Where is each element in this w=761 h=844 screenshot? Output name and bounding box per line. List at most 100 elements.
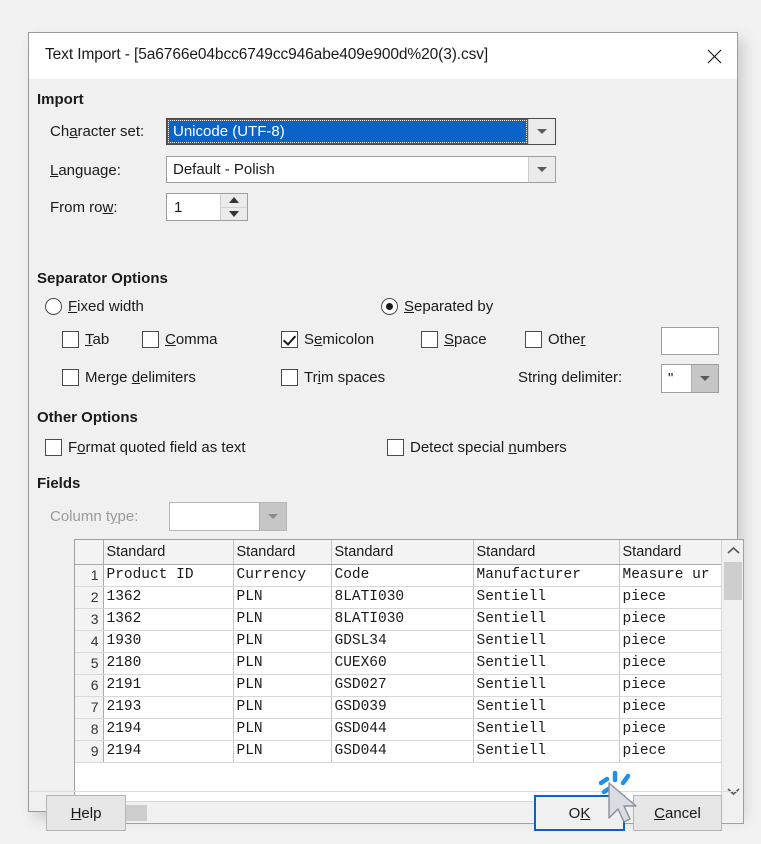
cell: GSD044 <box>331 740 474 763</box>
checkbox-trim-spaces[interactable]: Trim spaces <box>281 369 385 386</box>
radio-fixed-width[interactable]: Fixed width <box>45 298 144 315</box>
cell: Sentiell <box>473 674 620 697</box>
table-row[interactable]: 5 2180 PLN CUEX60 Sentiell piece <box>75 652 721 675</box>
import-section-heading: Import <box>37 91 84 108</box>
cancel-button-label: Cancel <box>654 804 701 822</box>
separator-options-heading: Separator Options <box>37 270 168 287</box>
spinner-up-icon[interactable] <box>221 194 247 208</box>
cell: PLN <box>233 740 332 763</box>
chevron-down-icon[interactable] <box>528 119 555 144</box>
cell: piece <box>619 718 721 741</box>
other-separator-input[interactable] <box>661 327 719 355</box>
cell: piece <box>619 608 721 631</box>
from-row-stepper[interactable]: 1 <box>166 193 248 221</box>
cell: PLN <box>233 586 332 609</box>
checkbox-indicator <box>421 331 438 348</box>
cell: 1362 <box>103 586 234 609</box>
table-row[interactable]: 4 1930 PLN GDSL34 Sentiell piece <box>75 630 721 653</box>
vertical-scrollbar-thumb[interactable] <box>724 562 742 600</box>
table-row[interactable]: 1 Product ID Currency Code Manufacturer … <box>75 564 721 587</box>
row-number: 5 <box>75 652 104 675</box>
cell: 2194 <box>103 718 234 741</box>
column-header-3[interactable]: Standard <box>331 540 474 565</box>
checkbox-indicator <box>281 369 298 386</box>
dialog-title: Text Import - [5a6766e04bcc6749cc946abe4… <box>45 46 489 63</box>
preview-vertical-scrollbar[interactable] <box>721 540 743 801</box>
character-set-combobox[interactable]: Unicode (UTF-8) <box>166 118 556 145</box>
cell: CUEX60 <box>331 652 474 675</box>
character-set-value: Unicode (UTF-8) <box>167 119 528 144</box>
preview-table-header: Standard Standard Standard Standard Stan… <box>75 540 721 565</box>
cell: 2191 <box>103 674 234 697</box>
table-row[interactable]: 2 1362 PLN 8LATI030 Sentiell piece <box>75 586 721 609</box>
dialog-body: Import Character set: Unicode (UTF-8) La… <box>29 79 744 831</box>
checkbox-indicator <box>142 331 159 348</box>
scrollbar-corner <box>721 801 743 823</box>
radio-fixed-width-label: Fixed width <box>68 298 144 315</box>
checkbox-format-quoted-field-as-text[interactable]: Format quoted field as text <box>45 439 246 456</box>
radio-separated-by[interactable]: Separated by <box>381 298 493 315</box>
checkbox-indicator <box>62 369 79 386</box>
help-button[interactable]: Help <box>46 795 126 831</box>
language-combobox[interactable]: Default - Polish <box>166 156 556 183</box>
cancel-button[interactable]: Cancel <box>633 795 722 831</box>
column-header-4[interactable]: Standard <box>473 540 620 565</box>
cell: Sentiell <box>473 718 620 741</box>
cell: 1362 <box>103 608 234 631</box>
table-row[interactable]: 3 1362 PLN 8LATI030 Sentiell piece <box>75 608 721 631</box>
column-header-5[interactable]: Standard <box>619 540 721 565</box>
table-row[interactable]: 6 2191 PLN GSD027 Sentiell piece <box>75 674 721 697</box>
checkbox-detect-numbers-label: Detect special numbers <box>410 439 567 456</box>
preview-grid-viewport: Standard Standard Standard Standard Stan… <box>75 540 721 801</box>
chevron-down-icon[interactable] <box>528 157 555 182</box>
table-row[interactable]: 9 2194 PLN GSD044 Sentiell piece <box>75 740 721 763</box>
chevron-up-icon[interactable] <box>722 540 743 560</box>
preview-corner-cell <box>75 540 104 565</box>
row-number: 8 <box>75 718 104 741</box>
cell: Sentiell <box>473 630 620 653</box>
ok-button[interactable]: OK <box>534 795 625 831</box>
cell: PLN <box>233 674 332 697</box>
cell: Code <box>331 564 474 587</box>
string-delimiter-combobox[interactable]: " <box>661 364 719 393</box>
radio-indicator <box>45 298 62 315</box>
row-number: 6 <box>75 674 104 697</box>
text-import-dialog: Text Import - [5a6766e04bcc6749cc946abe4… <box>28 32 744 831</box>
row-number: 9 <box>75 740 104 763</box>
checkbox-merge-delimiters[interactable]: Merge delimiters <box>62 369 196 386</box>
cell: Product ID <box>103 564 234 587</box>
cell: piece <box>619 696 721 719</box>
checkbox-indicator <box>62 331 79 348</box>
footer-divider <box>29 791 737 792</box>
column-header-1[interactable]: Standard <box>103 540 234 565</box>
table-row[interactable]: 7 2193 PLN GSD039 Sentiell piece <box>75 696 721 719</box>
close-icon[interactable] <box>691 33 737 79</box>
string-delimiter-label: String delimiter: <box>518 369 623 386</box>
row-number: 4 <box>75 630 104 653</box>
preview-header-row: Standard Standard Standard Standard Stan… <box>75 540 721 565</box>
from-row-label: From row: <box>50 199 118 216</box>
spinner-down-icon[interactable] <box>221 207 247 220</box>
checkbox-tab[interactable]: Tab <box>62 331 109 348</box>
radio-indicator <box>381 298 398 315</box>
cell: Sentiell <box>473 608 620 631</box>
checkbox-space-label: Space <box>444 331 487 348</box>
cell: 2180 <box>103 652 234 675</box>
ok-button-label: OK <box>568 804 591 822</box>
checkbox-other[interactable]: Other <box>525 331 586 348</box>
cell: Manufacturer <box>473 564 620 587</box>
checkbox-detect-special-numbers[interactable]: Detect special numbers <box>387 439 567 456</box>
help-button-label: Help <box>70 804 102 822</box>
cell: 2194 <box>103 740 234 763</box>
table-row[interactable]: 8 2194 PLN GSD044 Sentiell piece <box>75 718 721 741</box>
checkbox-comma[interactable]: Comma <box>142 331 218 348</box>
checkbox-space[interactable]: Space <box>421 331 487 348</box>
column-header-2[interactable]: Standard <box>233 540 332 565</box>
chevron-down-icon[interactable] <box>691 365 718 392</box>
checkbox-semicolon[interactable]: Semicolon <box>281 331 374 348</box>
cell: GDSL34 <box>331 630 474 653</box>
from-row-value: 1 <box>174 198 183 216</box>
preview-grid[interactable]: Standard Standard Standard Standard Stan… <box>74 539 744 824</box>
fields-heading: Fields <box>37 475 81 492</box>
from-row-spin-buttons[interactable] <box>220 194 247 220</box>
